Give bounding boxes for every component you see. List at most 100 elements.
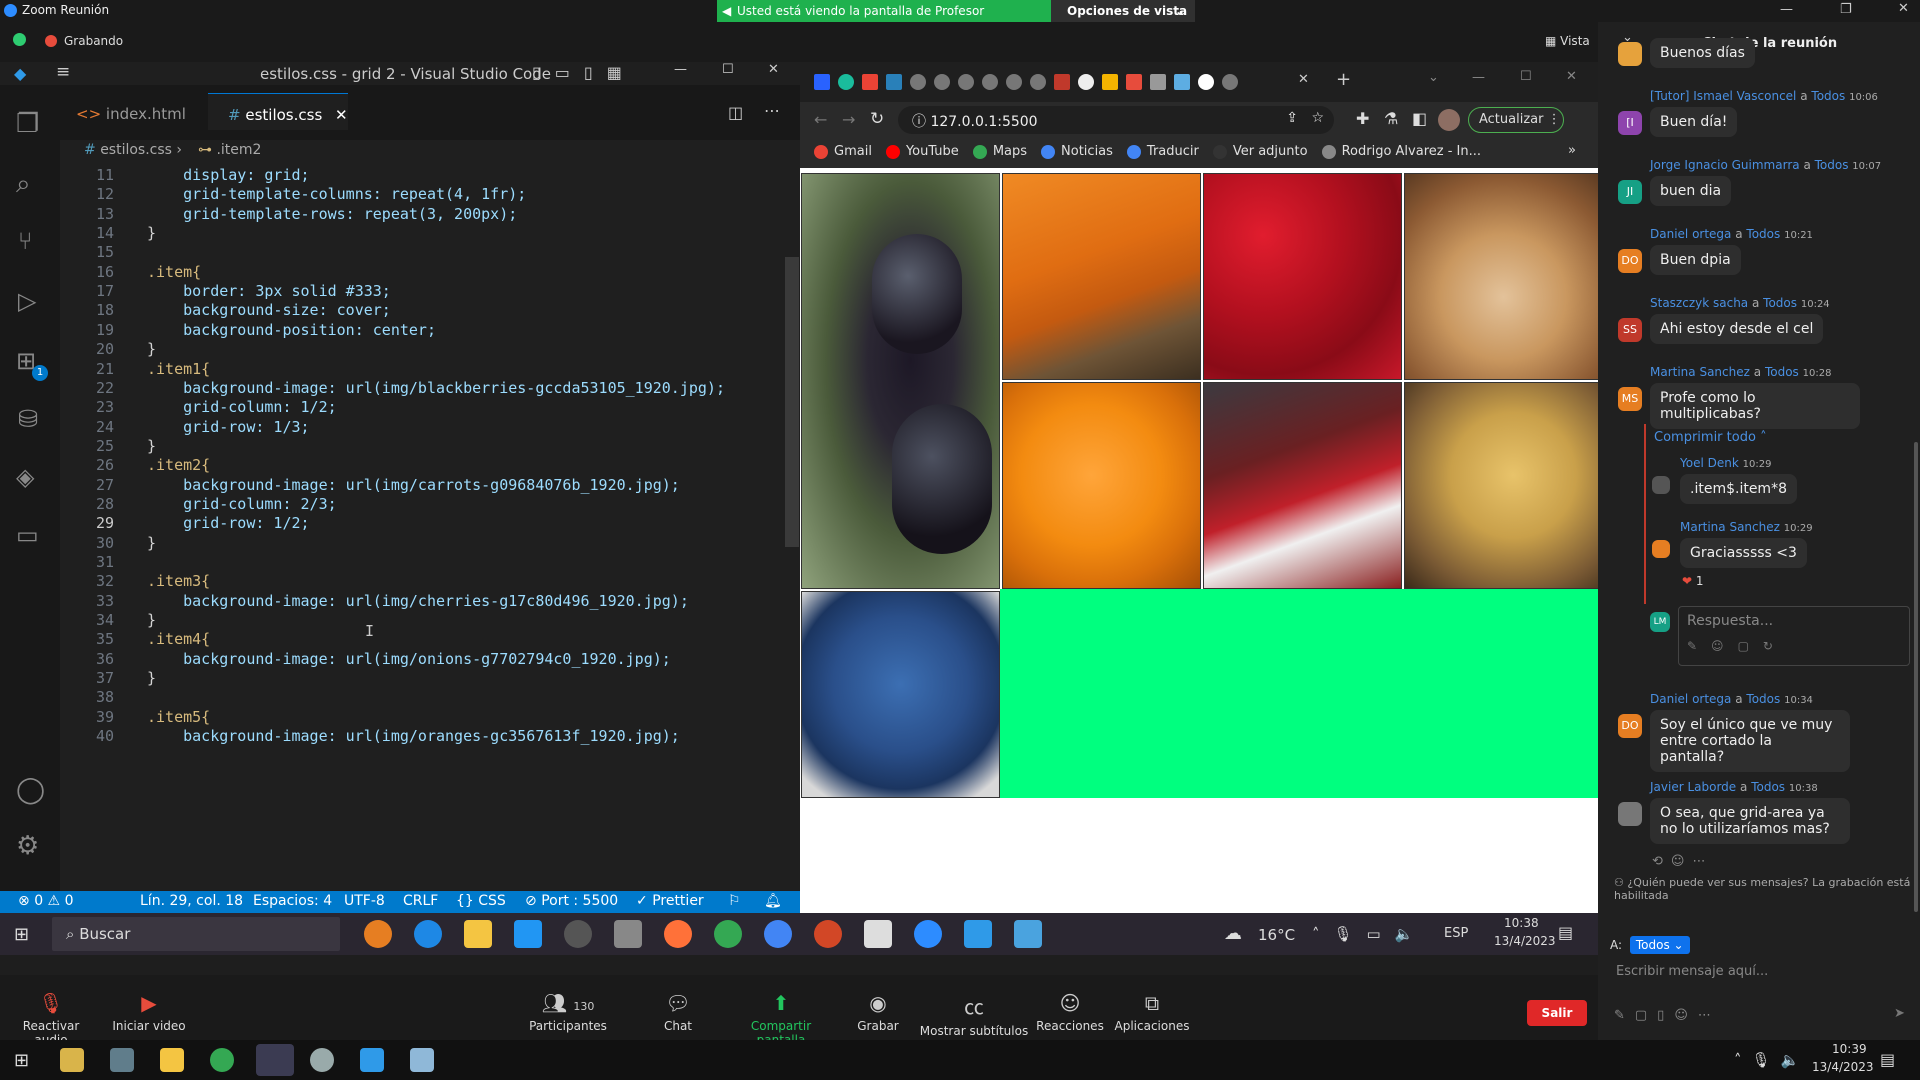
photos-icon[interactable]: [1014, 920, 1042, 948]
run-debug-icon[interactable]: ▷: [18, 287, 36, 315]
sender-name[interactable]: Martina Sanchez: [1680, 520, 1780, 534]
taskbar-search[interactable]: ⌕ Buscar: [52, 917, 340, 951]
send-icon[interactable]: ➤: [1894, 1006, 1905, 1021]
firefox-icon[interactable]: [664, 920, 692, 948]
sender-name[interactable]: [Tutor] Ismael Vasconcel: [1650, 89, 1796, 103]
heart-reaction[interactable]: ❤ 1: [1682, 574, 1704, 588]
tray-icons[interactable]: ˄🎙▭🔈: [1312, 925, 1427, 943]
to-dropdown[interactable]: Todos ⌄: [1629, 936, 1690, 954]
record-button[interactable]: ◉ Grabar: [850, 991, 906, 1033]
editor-scrollbar[interactable]: [785, 257, 799, 547]
chat-input-tools[interactable]: ✎▢▯☺⋯: [1614, 1008, 1721, 1023]
leave-button[interactable]: Salir: [1527, 1000, 1587, 1026]
weather-temp[interactable]: 16°C: [1258, 926, 1295, 944]
zoom-icon[interactable]: [256, 1044, 294, 1076]
close-icon[interactable]: ✕: [768, 62, 779, 77]
bookmark-item[interactable]: Rodrigo Alvarez - In...: [1321, 144, 1481, 159]
edge-icon[interactable]: [414, 920, 442, 948]
close-icon[interactable]: ✕: [1898, 1, 1909, 16]
zoom-icon[interactable]: [914, 920, 942, 948]
account-icon[interactable]: ◯: [16, 775, 45, 805]
message-bubble[interactable]: Buen dpia: [1650, 245, 1741, 275]
tab-index-html[interactable]: <> index.html: [60, 93, 206, 130]
more-actions-icon[interactable]: ⋯: [764, 101, 780, 120]
search-icon[interactable]: ⌕: [16, 169, 31, 200]
powerpoint-icon[interactable]: [814, 920, 842, 948]
app-icon[interactable]: [514, 920, 542, 948]
eol[interactable]: CRLF: [403, 893, 438, 909]
bookmark-item[interactable]: Gmail: [814, 144, 872, 159]
database-icon[interactable]: ⛁: [18, 405, 38, 433]
update-button[interactable]: Actualizar ⋮: [1468, 107, 1564, 133]
menu-icon[interactable]: ≡: [56, 62, 70, 82]
sender-name[interactable]: Martina Sanchez: [1650, 365, 1750, 379]
reply-tools[interactable]: ✎☺▢↻: [1687, 639, 1901, 653]
chrome-dev-icon[interactable]: [764, 920, 792, 948]
live-server-port[interactable]: ⊘ Port : 5500: [525, 893, 618, 909]
app-icon[interactable]: [564, 920, 592, 948]
bookmark-item[interactable]: Traducir: [1126, 144, 1199, 159]
thread-tools[interactable]: ⟲☺⋯: [1652, 854, 1713, 869]
breadcrumb-symbol[interactable]: ⊶ .item2: [198, 142, 261, 158]
split-editor-icon[interactable]: ◫: [728, 103, 743, 122]
cursor-position[interactable]: Lín. 29, col. 18: [140, 893, 243, 909]
bookmark-star-icon[interactable]: ☆: [1311, 110, 1324, 126]
sidepanel-icon[interactable]: ◧: [1412, 109, 1427, 128]
sender-name[interactable]: Javier Laborde: [1650, 780, 1736, 794]
participants-button[interactable]: 👥︎ 130 Participantes: [528, 991, 608, 1033]
chat-scrollbar[interactable]: [1914, 442, 1918, 912]
sender-name[interactable]: Daniel ortega: [1650, 692, 1731, 706]
settings-gear-icon[interactable]: ⚙: [16, 831, 39, 861]
collapse-all-button[interactable]: Comprimir todo ˄: [1654, 430, 1767, 445]
chat-input[interactable]: Escribir mensaje aquí...: [1616, 964, 1906, 979]
reply-bubble[interactable]: .item$.item*8: [1680, 474, 1797, 504]
layers-icon[interactable]: ◈: [16, 463, 34, 491]
message-bubble[interactable]: buen dia: [1650, 176, 1732, 206]
tab-estilos-css[interactable]: # estilos.css ✕: [208, 93, 348, 130]
layout-icons[interactable]: ▯▭▯▦: [532, 63, 636, 82]
prettier-status[interactable]: ✓ Prettier: [636, 893, 704, 909]
problems-status[interactable]: ⊗ 0 ⚠ 0: [18, 893, 73, 909]
reload-icon[interactable]: ↻: [870, 109, 884, 129]
notification-icon[interactable]: ▤: [1558, 923, 1573, 942]
maximize-icon[interactable]: ☐: [722, 62, 734, 77]
message-bubble[interactable]: Ahi estoy desde el cel: [1650, 314, 1824, 344]
windows-start-icon[interactable]: ⊞: [14, 924, 29, 945]
bookmark-item[interactable]: YouTube: [885, 144, 959, 159]
message-bubble[interactable]: Profe como lo multiplicabas?: [1650, 383, 1860, 429]
minimize-icon[interactable]: —: [1780, 2, 1793, 17]
maximize-icon[interactable]: ☐: [1520, 69, 1532, 84]
chrome-icon[interactable]: [210, 1048, 234, 1072]
view-options-button[interactable]: Opciones de vista ⌄: [1051, 0, 1195, 22]
windows-start-icon[interactable]: ⊞: [14, 1050, 29, 1071]
new-tab-icon[interactable]: +: [1336, 69, 1351, 90]
remote-explorer-icon[interactable]: ▭: [16, 521, 39, 549]
tray-icons[interactable]: ˄🎙🔈: [1734, 1051, 1809, 1069]
tab-close-icon[interactable]: ✕: [335, 106, 348, 124]
sender-name[interactable]: Jorge Ignacio Guimmarra: [1650, 158, 1800, 172]
message-bubble[interactable]: Soy el único que ve muy entre cortado la…: [1650, 710, 1850, 772]
extensions-puzzle-icon[interactable]: ✚: [1356, 109, 1369, 128]
close-icon[interactable]: ✕: [1566, 69, 1577, 84]
app-icon[interactable]: [614, 920, 642, 948]
sender-name[interactable]: Staszczyk sacha: [1650, 296, 1748, 310]
maximize-icon[interactable]: ❐: [1840, 2, 1852, 17]
app-icon[interactable]: [310, 1048, 334, 1072]
minimize-icon[interactable]: —: [674, 62, 687, 77]
calculator-icon[interactable]: [110, 1048, 134, 1072]
who-sees-notice[interactable]: ⚇ ¿Quién puede ver sus mensajes? La grab…: [1614, 876, 1914, 902]
app-icon[interactable]: [864, 920, 892, 948]
apps-button[interactable]: ⧉ Aplicaciones: [1112, 991, 1192, 1033]
reply-bubble[interactable]: Graciasssss <3: [1680, 538, 1807, 568]
file-explorer-icon[interactable]: [464, 920, 492, 948]
code-editor[interactable]: 11 display: grid; 12 grid-template-column…: [60, 162, 800, 891]
captions-button[interactable]: ㏄ Mostrar subtítulos: [918, 991, 1030, 1038]
explorer-icon[interactable]: ❐: [16, 109, 39, 139]
forward-icon[interactable]: →: [842, 110, 855, 129]
bookmark-item[interactable]: Noticias: [1041, 144, 1113, 159]
notification-icon[interactable]: ▤: [1880, 1050, 1895, 1069]
chrome-icon[interactable]: [714, 920, 742, 948]
bookmark-item[interactable]: Maps: [972, 144, 1027, 159]
vscode-icon[interactable]: [360, 1048, 384, 1072]
app-icon[interactable]: [364, 920, 392, 948]
